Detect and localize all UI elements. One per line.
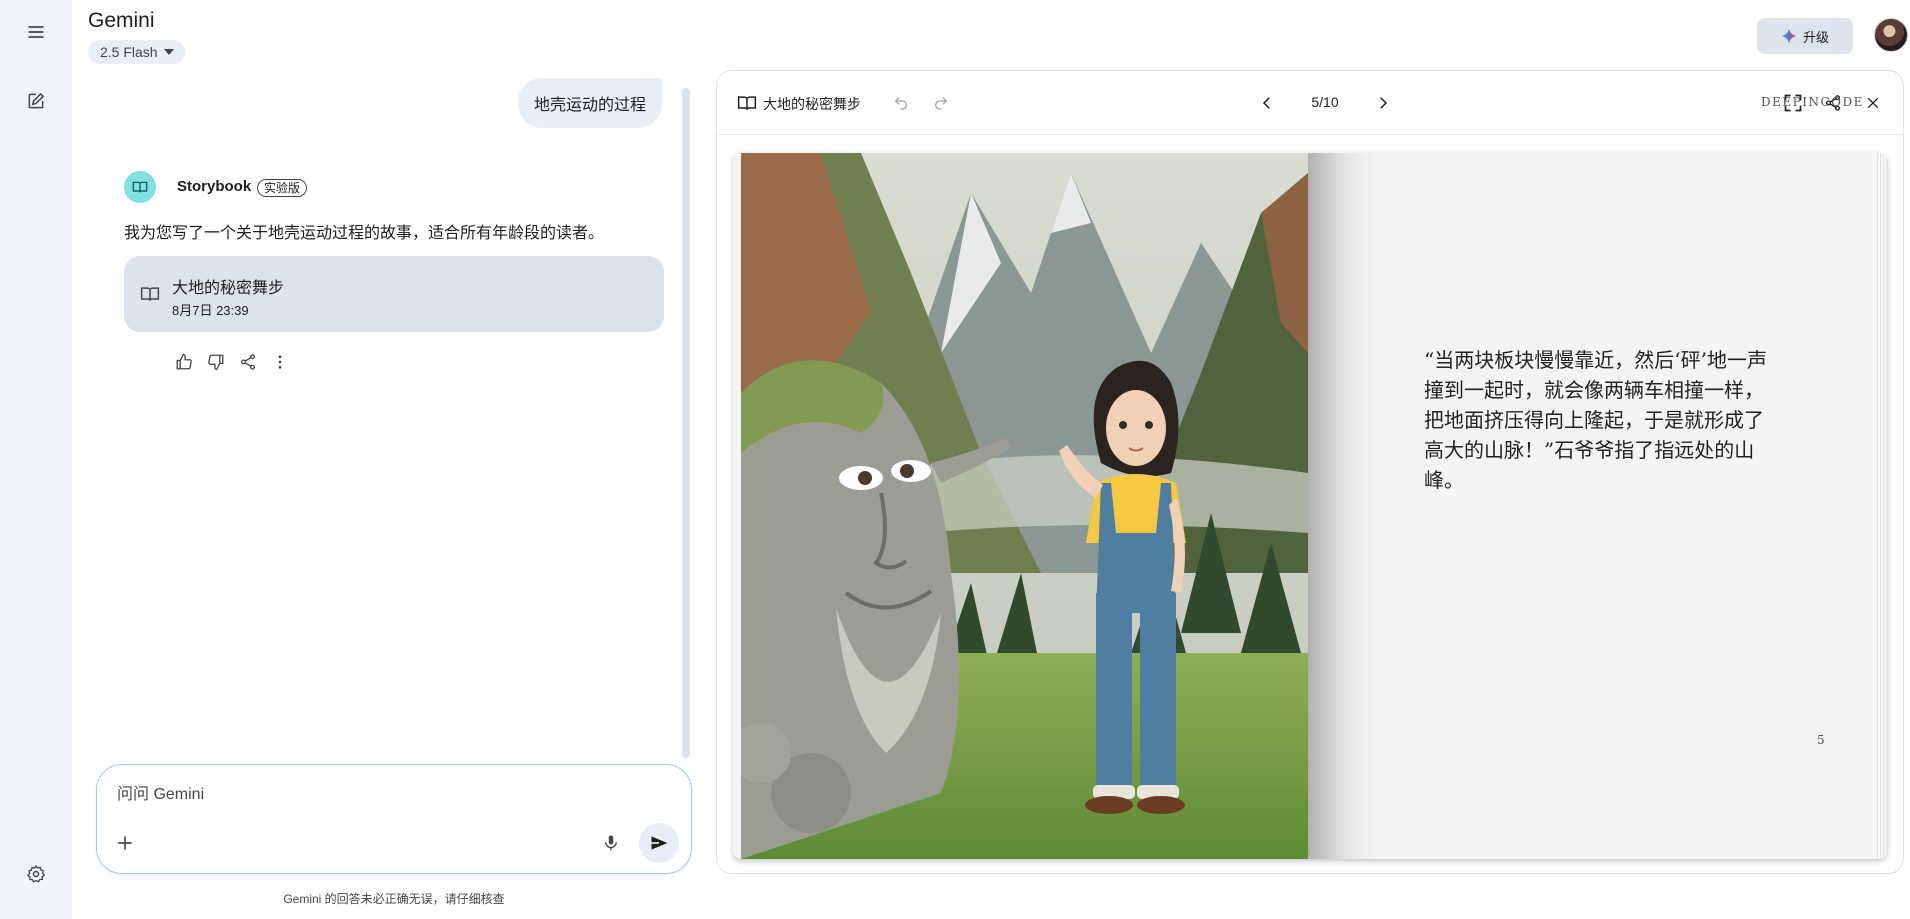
- close-panel-button[interactable]: [1861, 91, 1885, 115]
- assistant-name: Storybook: [177, 178, 252, 195]
- edit-icon: [28, 92, 45, 109]
- menu-button[interactable]: [16, 12, 56, 52]
- storybook-panel: 大地的秘密舞步 5/10 DEEPINCODE “当两块板块慢慢靠近，然后‘砰’…: [716, 70, 1904, 874]
- undo-icon: [894, 97, 907, 110]
- redo-button[interactable]: [929, 91, 953, 115]
- send-icon: [651, 836, 668, 850]
- left-rail: [0, 0, 72, 919]
- chevron-down-icon: [163, 49, 174, 55]
- chevron-right-icon: [1380, 97, 1388, 109]
- new-chat-button[interactable]: [16, 81, 56, 121]
- assistant-reply: 我为您写了一个关于地壳运动过程的故事，适合所有年龄段的读者。: [124, 225, 605, 242]
- avatar[interactable]: [1874, 18, 1908, 52]
- redo-icon: [935, 97, 948, 110]
- upgrade-label: 升级: [1802, 29, 1829, 45]
- close-icon: [1867, 97, 1879, 109]
- mic-icon: [605, 835, 617, 851]
- next-page-button[interactable]: [1371, 91, 1395, 115]
- brand-mark: DEEPINCODE: [1761, 95, 1864, 109]
- like-button[interactable]: [174, 352, 194, 372]
- chat-scrollbar[interactable]: [682, 88, 690, 758]
- book-icon: [132, 181, 148, 193]
- storybook-title: 大地的秘密舞步: [763, 96, 861, 112]
- disclaimer: Gemini 的回答未必正确无误，请仔细核查: [283, 892, 505, 906]
- thumbs-down-icon: [208, 354, 224, 371]
- experimental-badge: 实验版: [257, 179, 308, 197]
- model-selector-label: 2.5 Flash: [100, 44, 158, 60]
- story-illustration: [741, 153, 1308, 859]
- user-message: 地壳运动的过程: [517, 78, 662, 128]
- share-button[interactable]: [238, 352, 258, 372]
- dislike-button[interactable]: [206, 352, 226, 372]
- mic-button[interactable]: [595, 827, 627, 859]
- story-card[interactable]: 大地的秘密舞步 8月7日 23:39: [124, 256, 664, 332]
- chat-area: 地壳运动的过程 Storybook 实验版 我为您写了一个关于地壳运动过程的故事…: [104, 72, 694, 772]
- story-card-date: 8月7日 23:39: [172, 303, 249, 318]
- add-button[interactable]: [109, 827, 141, 859]
- prompt-box: [96, 764, 692, 874]
- book-gutter: [1308, 153, 1378, 859]
- gear-icon: [27, 865, 46, 883]
- undo-button[interactable]: [889, 91, 913, 115]
- settings-button[interactable]: [16, 854, 56, 894]
- plus-icon: [118, 836, 132, 850]
- book-icon: [140, 287, 160, 301]
- book-spread: [733, 153, 1887, 859]
- model-selector[interactable]: 2.5 Flash: [88, 40, 185, 64]
- page-edge: [1877, 153, 1887, 859]
- thumbs-up-icon: [176, 353, 192, 370]
- send-button[interactable]: [639, 823, 679, 863]
- chevron-left-icon: [1262, 97, 1270, 109]
- text-page: [1308, 153, 1887, 859]
- story-text: “当两块板块慢慢靠近，然后‘砰’地一声撞到一起时，就会像两辆车相撞一样，把地面挤…: [1424, 348, 1767, 492]
- book-icon: [737, 96, 757, 110]
- response-actions: [174, 352, 290, 372]
- page-number: 5: [1817, 733, 1825, 747]
- sparkle-icon: [1781, 28, 1797, 44]
- previous-page-button[interactable]: [1255, 91, 1279, 115]
- prompt-input[interactable]: [117, 781, 657, 809]
- more-button[interactable]: [270, 352, 290, 372]
- upgrade-button[interactable]: 升级: [1757, 18, 1853, 54]
- storybook-toolbar: 大地的秘密舞步 5/10: [717, 71, 1903, 135]
- menu-icon: [28, 26, 44, 38]
- page-indicator: 5/10: [1311, 94, 1339, 110]
- story-card-title: 大地的秘密舞步: [172, 280, 285, 297]
- more-vert-icon: [278, 355, 282, 369]
- share-icon: [240, 354, 256, 370]
- storybook-avatar: [124, 171, 156, 203]
- app-title: Gemini: [88, 9, 155, 32]
